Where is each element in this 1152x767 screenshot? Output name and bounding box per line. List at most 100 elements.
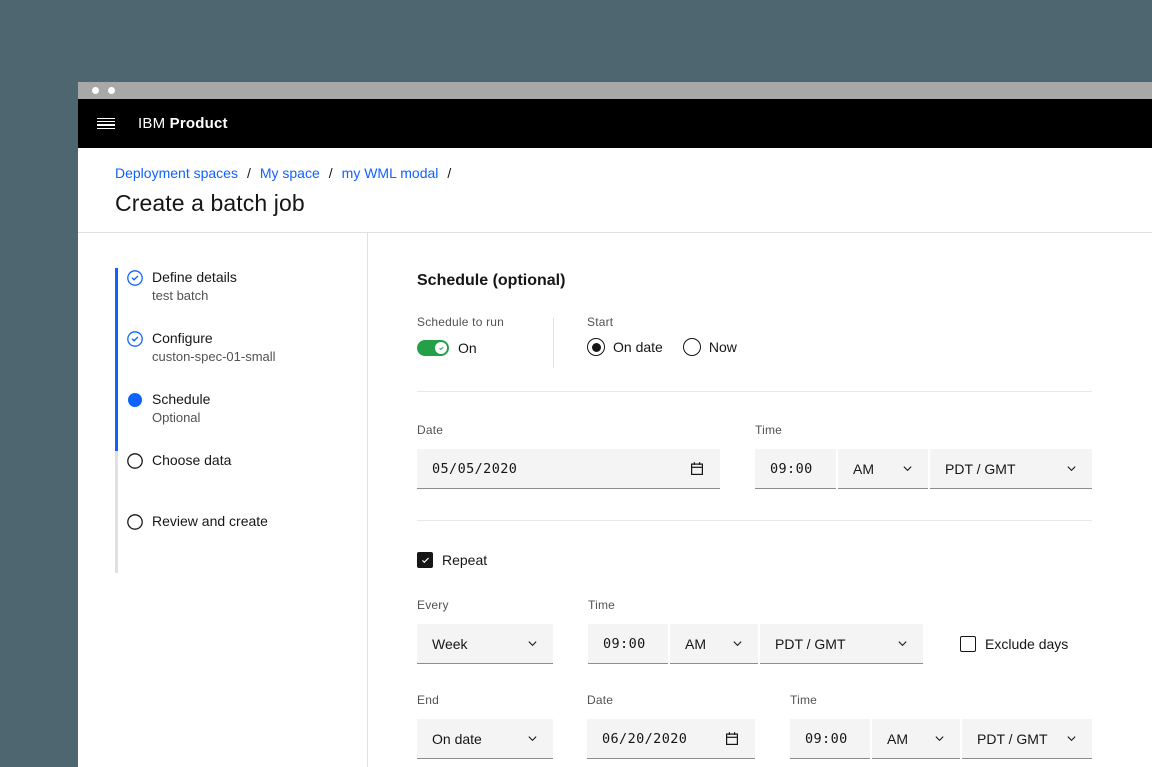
meridiem-value: AM (887, 730, 908, 747)
end-timezone-select[interactable]: PDT / GMT (962, 719, 1092, 759)
breadcrumb-separator: / (447, 165, 452, 181)
date-label: Date (417, 423, 444, 437)
time-value: 09:00 (603, 635, 646, 652)
step-label: Configure (152, 330, 213, 346)
end-select[interactable]: On date (417, 719, 553, 759)
chevron-down-icon (897, 638, 908, 649)
start-label: Start (587, 315, 614, 329)
schedule-to-run-label: Schedule to run (417, 315, 505, 329)
chevron-down-icon (527, 638, 538, 649)
step-schedule-current[interactable]: Schedule Optional (115, 390, 367, 451)
repeat-meridiem-select[interactable]: AM (670, 624, 758, 664)
repeat-checkbox-row[interactable]: Repeat (417, 551, 1092, 569)
current-step-dot-icon (127, 392, 143, 408)
chevron-down-icon (1066, 463, 1077, 474)
schedule-form: Schedule (optional) Schedule to run On S… (368, 233, 1152, 767)
breadcrumb-separator: / (328, 165, 333, 181)
meridiem-value: AM (685, 635, 706, 652)
app-header: IBM Product (78, 99, 1152, 148)
radio-now[interactable]: Now (682, 338, 737, 356)
section-heading: Schedule (optional) (417, 272, 566, 289)
exclude-days-label: Exclude days (985, 636, 1069, 652)
progress-indicator: Define details test batch Configure cust… (78, 233, 368, 767)
page-content: Deployment spaces / My space / my WML mo… (78, 148, 1152, 767)
exclude-days-row[interactable]: Exclude days (960, 636, 1068, 652)
calendar-icon[interactable] (724, 731, 740, 747)
timezone-value: PDT / GMT (977, 730, 1048, 747)
radio-label: Now (708, 339, 737, 355)
window-titlebar[interactable] (78, 82, 1152, 99)
every-select[interactable]: Week (417, 624, 553, 664)
end-time-input[interactable]: 09:00 (790, 719, 870, 759)
step-label: Define details (152, 269, 237, 285)
chevron-down-icon (527, 733, 538, 744)
toggle-state-label: On (458, 340, 477, 356)
radio-button-icon[interactable] (587, 338, 605, 356)
time-label: Time (755, 423, 783, 437)
empty-circle-icon (127, 514, 143, 530)
page-header: Deployment spaces / My space / my WML mo… (78, 148, 1152, 233)
breadcrumb: Deployment spaces / My space / my WML mo… (115, 165, 1152, 181)
vertical-divider (553, 318, 554, 368)
chevron-down-icon (1066, 733, 1077, 744)
calendar-icon[interactable] (689, 461, 705, 477)
breadcrumb-separator: / (246, 165, 251, 181)
step-configure[interactable]: Configure custon-spec-01-small (115, 329, 367, 390)
chevron-down-icon (732, 638, 743, 649)
brand-product-name: Product (169, 115, 228, 132)
end-label: End (417, 693, 439, 707)
end-meridiem-select[interactable]: AM (872, 719, 960, 759)
step-sublabel: test batch (152, 288, 209, 303)
end-date-input[interactable]: 06/20/2020 (587, 719, 755, 759)
brand-prefix: IBM (138, 115, 170, 132)
time-value: 09:00 (770, 460, 813, 477)
check-circle-icon (127, 270, 143, 286)
start-timezone-select[interactable]: PDT / GMT (930, 449, 1092, 489)
radio-label: On date (613, 339, 663, 355)
step-review-and-create[interactable]: Review and create (115, 512, 367, 573)
every-label: Every (417, 598, 449, 612)
divider (417, 520, 1092, 521)
time-label: Time (588, 598, 616, 612)
toggle-knob (435, 342, 447, 354)
radio-on-date[interactable]: On date (587, 338, 663, 356)
repeat-label: Repeat (442, 552, 488, 568)
start-meridiem-select[interactable]: AM (838, 449, 928, 489)
step-label: Choose data (152, 452, 232, 468)
step-define-details[interactable]: Define details test batch (115, 268, 367, 329)
repeat-checkbox[interactable] (417, 552, 433, 568)
radio-button-icon[interactable] (682, 338, 701, 356)
repeat-time-input[interactable]: 09:00 (588, 624, 668, 664)
empty-circle-icon (127, 453, 143, 469)
timezone-value: PDT / GMT (775, 635, 846, 652)
exclude-days-checkbox[interactable] (960, 636, 976, 652)
check-circle-icon (127, 331, 143, 347)
app-window: IBM Product Deployment spaces / My space… (78, 82, 1152, 767)
repeat-timezone-select[interactable]: PDT / GMT (760, 624, 923, 664)
step-sublabel: custon-spec-01-small (152, 349, 276, 364)
breadcrumb-my-wml-modal[interactable]: my WML modal (342, 165, 439, 181)
chevron-down-icon (934, 733, 945, 744)
step-sublabel: Optional (152, 410, 201, 425)
date-value: 05/05/2020 (432, 460, 518, 477)
breadcrumb-deployment-spaces[interactable]: Deployment spaces (115, 165, 238, 181)
step-label: Schedule (152, 391, 211, 407)
breadcrumb-my-space[interactable]: My space (260, 165, 320, 181)
timezone-value: PDT / GMT (945, 460, 1016, 477)
divider (417, 391, 1092, 392)
date-value: 06/20/2020 (602, 730, 688, 747)
meridiem-value: AM (853, 460, 874, 477)
start-time-input[interactable]: 09:00 (755, 449, 836, 489)
start-date-input[interactable]: 05/05/2020 (417, 449, 720, 489)
schedule-toggle[interactable] (417, 340, 449, 356)
hamburger-menu-icon[interactable] (97, 117, 115, 130)
page-title: Create a batch job (115, 190, 305, 216)
window-control-dot[interactable] (108, 87, 115, 94)
chevron-down-icon (902, 463, 913, 474)
time-value: 09:00 (805, 730, 848, 747)
time-label: Time (790, 693, 818, 707)
window-control-dot[interactable] (92, 87, 99, 94)
brand-logo: IBM Product (138, 115, 228, 132)
step-choose-data[interactable]: Choose data (115, 451, 367, 512)
start-radio-group: On date Now (587, 337, 737, 357)
